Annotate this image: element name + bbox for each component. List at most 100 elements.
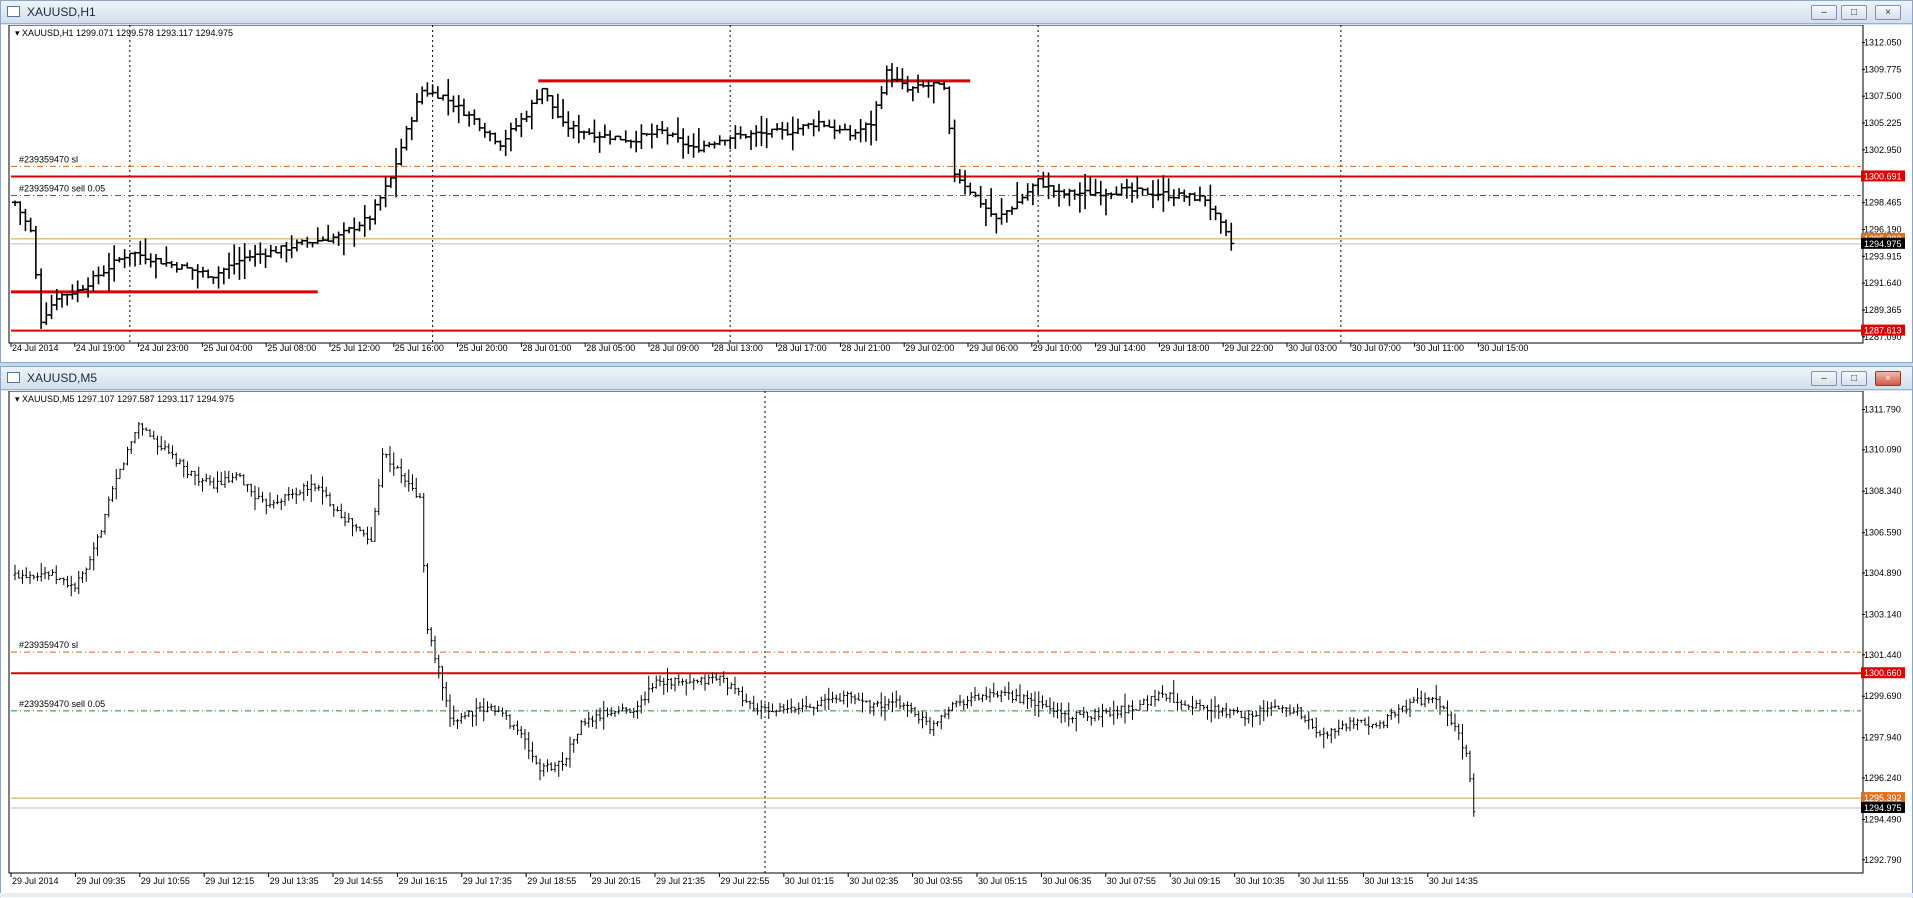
chart-window-icon — [7, 6, 20, 17]
svg-text:1300.660: 1300.660 — [1864, 668, 1902, 678]
horizontal-scrollbar[interactable] — [0, 893, 1913, 897]
close-button[interactable]: × — [1875, 371, 1901, 386]
time-axis-label: 24 Jul 19:00 — [76, 343, 125, 353]
time-axis-label: 29 Jul 22:55 — [720, 876, 769, 886]
time-axis-label: 24 Jul 23:00 — [140, 343, 189, 353]
time-axis-label: 28 Jul 13:00 — [714, 343, 763, 353]
price-axis-label: 1293.915 — [1864, 251, 1902, 261]
time-axis-label: 29 Jul 2014 — [12, 876, 59, 886]
svg-text:1294.975: 1294.975 — [1864, 803, 1902, 813]
time-axis-label: 30 Jul 15:00 — [1479, 343, 1528, 353]
time-axis-label: 29 Jul 14:55 — [334, 876, 383, 886]
stop-loss-label: #239359470 sl — [19, 640, 78, 650]
time-axis-label: 25 Jul 20:00 — [459, 343, 508, 353]
price-axis-label: 1311.790 — [1864, 404, 1901, 414]
time-axis-label: 30 Jul 07:00 — [1352, 343, 1401, 353]
time-axis-label: 29 Jul 18:00 — [1160, 343, 1209, 353]
price-chart[interactable]: ▾ XAUUSD,M5 1297.107 1297.587 1293.117 1… — [1, 391, 1912, 898]
svg-text:1294.975: 1294.975 — [1864, 239, 1902, 249]
price-axis-label: 1289.365 — [1864, 305, 1902, 315]
time-axis-label: 29 Jul 16:15 — [398, 876, 447, 886]
symbol-info-label: ▾ XAUUSD,H1 1299.071 1299.578 1293.117 1… — [15, 28, 233, 38]
time-axis-label: 25 Jul 08:00 — [267, 343, 316, 353]
price-axis-label: 1294.490 — [1864, 814, 1902, 824]
time-axis-label: 29 Jul 02:00 — [905, 343, 954, 353]
price-axis-label: 1309.775 — [1864, 64, 1902, 74]
minimize-button[interactable]: – — [1811, 5, 1837, 20]
price-badge: 1294.975 — [1861, 801, 1905, 813]
time-axis-label: 30 Jul 03:55 — [914, 876, 963, 886]
price-badge: 1287.613 — [1861, 324, 1905, 336]
time-axis-label: 25 Jul 04:00 — [203, 343, 252, 353]
chart-window-h1[interactable]: XAUUSD,H1 – □ × ▾ XAUUSD,H1 1299.071 129… — [0, 0, 1913, 363]
price-axis-label: 1297.940 — [1864, 733, 1902, 743]
chart-window-m5[interactable]: XAUUSD,M5 – □ × ▾ XAUUSD,M5 1297.107 129… — [0, 366, 1913, 898]
close-button[interactable]: × — [1875, 5, 1901, 20]
price-axis-label: 1301.440 — [1864, 650, 1902, 660]
price-badge: 1294.975 — [1861, 237, 1905, 249]
window-titlebar[interactable]: XAUUSD,M5 – □ × — [1, 367, 1912, 390]
time-axis-label: 30 Jul 03:00 — [1288, 343, 1337, 353]
symbol-info-label: ▾ XAUUSD,M5 1297.107 1297.587 1293.117 1… — [15, 394, 234, 404]
time-axis-label: 29 Jul 14:00 — [1097, 343, 1146, 353]
window-title: XAUUSD,H1 — [27, 5, 96, 19]
price-axis-label: 1305.225 — [1864, 118, 1902, 128]
time-axis-label: 29 Jul 22:00 — [1224, 343, 1273, 353]
time-axis-label: 30 Jul 06:35 — [1042, 876, 1091, 886]
order-label: #239359470 sell 0.05 — [19, 699, 105, 709]
time-axis-label: 30 Jul 07:55 — [1107, 876, 1156, 886]
time-axis-label: 30 Jul 01:15 — [785, 876, 834, 886]
time-axis-label: 30 Jul 02:35 — [849, 876, 898, 886]
time-axis-label: 29 Jul 20:15 — [592, 876, 641, 886]
price-axis-label: 1306.590 — [1864, 528, 1902, 538]
time-axis-label: 28 Jul 21:00 — [841, 343, 890, 353]
minimize-button[interactable]: – — [1811, 371, 1837, 386]
maximize-button[interactable]: □ — [1841, 5, 1867, 20]
price-axis-label: 1303.140 — [1864, 609, 1902, 619]
time-axis-label: 29 Jul 13:35 — [270, 876, 319, 886]
time-axis-label: 30 Jul 10:35 — [1236, 876, 1285, 886]
time-axis-label: 28 Jul 09:00 — [650, 343, 699, 353]
svg-text:1300.691: 1300.691 — [1864, 171, 1902, 181]
price-chart[interactable]: ▾ XAUUSD,H1 1299.071 1299.578 1293.117 1… — [1, 25, 1912, 362]
time-axis-label: 28 Jul 05:00 — [586, 343, 635, 353]
price-axis-label: 1298.465 — [1864, 198, 1902, 208]
time-axis-label: 29 Jul 17:35 — [463, 876, 512, 886]
chart-window-icon — [7, 372, 20, 383]
time-axis-label: 29 Jul 10:55 — [141, 876, 190, 886]
maximize-button[interactable]: □ — [1841, 371, 1867, 386]
time-axis-label: 30 Jul 09:15 — [1171, 876, 1220, 886]
time-axis-label: 30 Jul 05:15 — [978, 876, 1027, 886]
price-badge: 1295.392 — [1861, 792, 1905, 804]
price-axis-label: 1312.050 — [1864, 38, 1902, 48]
time-axis-label: 29 Jul 12:15 — [205, 876, 254, 886]
time-axis-label: 30 Jul 13:15 — [1364, 876, 1413, 886]
time-axis-label: 30 Jul 11:00 — [1416, 343, 1464, 353]
price-axis-label: 1302.950 — [1864, 145, 1902, 155]
time-axis-label: 28 Jul 17:00 — [778, 343, 827, 353]
time-axis-label: 30 Jul 14:35 — [1429, 876, 1478, 886]
chart-background — [1, 391, 1912, 898]
price-axis-label: 1292.790 — [1864, 855, 1902, 865]
price-axis-label: 1291.640 — [1864, 278, 1902, 288]
time-axis-label: 25 Jul 16:00 — [395, 343, 444, 353]
svg-text:1287.613: 1287.613 — [1864, 326, 1902, 336]
stop-loss-label: #239359470 sl — [19, 154, 78, 164]
price-axis-label: 1296.240 — [1864, 773, 1902, 783]
time-axis-label: 25 Jul 12:00 — [331, 343, 380, 353]
window-title: XAUUSD,M5 — [27, 371, 98, 385]
order-label: #239359470 sell 0.05 — [19, 184, 105, 194]
time-axis-label: 29 Jul 09:35 — [76, 876, 125, 886]
window-titlebar[interactable]: XAUUSD,H1 – □ × — [1, 1, 1912, 24]
chart-background — [1, 25, 1912, 362]
time-axis-label: 29 Jul 18:55 — [527, 876, 576, 886]
price-badge: 1300.660 — [1861, 667, 1905, 679]
time-axis-label: 24 Jul 2014 — [12, 343, 59, 353]
time-axis-label: 28 Jul 01:00 — [522, 343, 571, 353]
price-axis-label: 1310.090 — [1864, 445, 1902, 455]
svg-text:1295.392: 1295.392 — [1864, 793, 1902, 803]
time-axis-label: 29 Jul 06:00 — [969, 343, 1018, 353]
price-badge: 1300.691 — [1861, 170, 1905, 182]
time-axis-label: 29 Jul 21:35 — [656, 876, 705, 886]
time-axis-label: 29 Jul 10:00 — [1033, 343, 1082, 353]
